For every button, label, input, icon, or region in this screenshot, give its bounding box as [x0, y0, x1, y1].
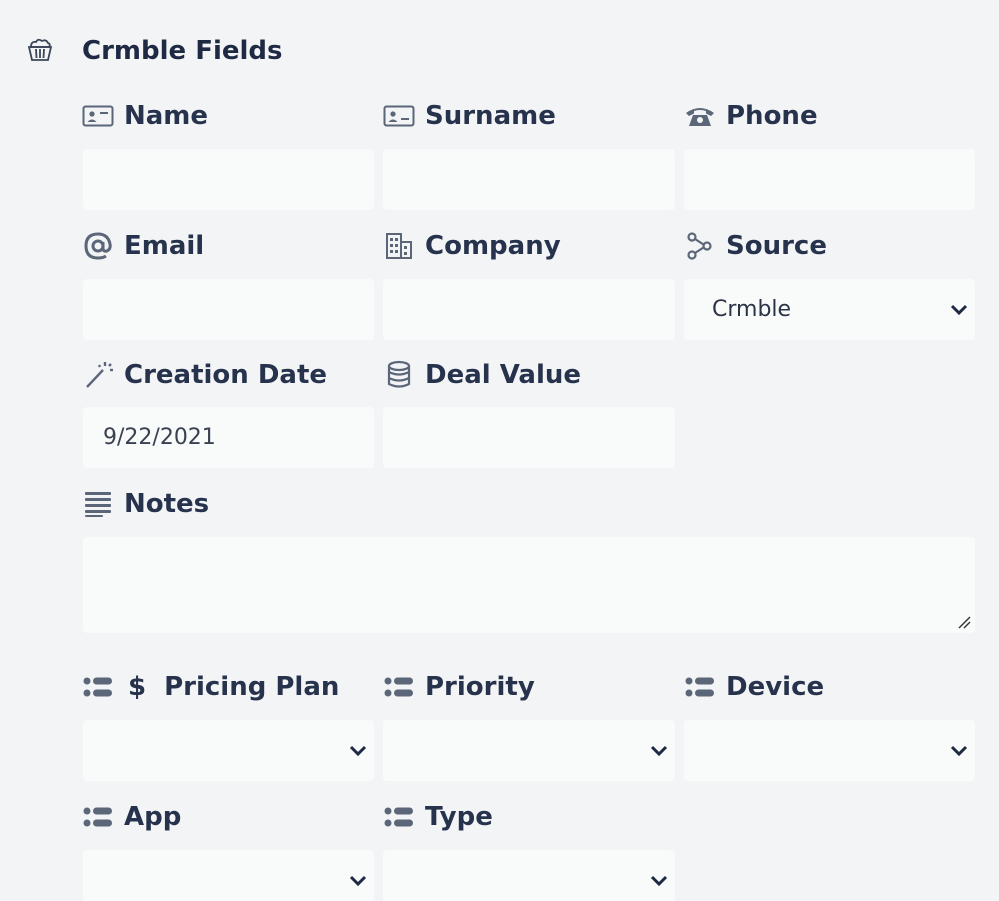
surname-label: Surname: [383, 101, 556, 131]
type-label-text: Type: [425, 802, 493, 832]
priority-select[interactable]: [382, 719, 676, 782]
list-icon: [82, 803, 114, 831]
source-select[interactable]: Crmble: [683, 278, 976, 341]
device-label: Device: [684, 672, 824, 702]
list-icon: [383, 803, 415, 831]
email-label: Email: [82, 231, 204, 261]
surname-label-text: Surname: [425, 101, 556, 131]
at-icon: [82, 232, 114, 260]
crmble-fields-panel: Crmble Fields Name Surname Phone Email C…: [0, 0, 999, 901]
email-input[interactable]: [82, 278, 375, 341]
creation-date-input[interactable]: [82, 406, 375, 469]
chevron-down-icon: [348, 741, 368, 761]
source-label-text: Source: [726, 231, 827, 261]
company-label-text: Company: [425, 231, 561, 261]
notes-textarea[interactable]: [82, 536, 976, 634]
name-label: Name: [82, 101, 208, 131]
chevron-down-icon: [949, 741, 969, 761]
list-icon: [684, 673, 716, 701]
pricing-plan-label: $ Pricing Plan: [82, 672, 339, 702]
creation-date-label: Creation Date: [82, 360, 327, 390]
priority-label-text: Priority: [425, 672, 535, 702]
deal-value-field[interactable]: [383, 407, 675, 468]
phone-field[interactable]: [684, 149, 975, 210]
source-label: Source: [684, 231, 827, 261]
surname-field[interactable]: [383, 149, 675, 210]
type-label: Type: [383, 802, 493, 832]
share-icon: [684, 232, 716, 260]
device-label-text: Device: [726, 672, 825, 702]
basket-icon: [26, 36, 54, 64]
email-field[interactable]: [83, 279, 374, 340]
lines-icon: [82, 490, 114, 518]
coins-icon: [383, 360, 415, 389]
app-label-text: App: [124, 802, 182, 832]
notes-label-text: Notes: [124, 489, 210, 519]
email-label-text: Email: [124, 231, 205, 261]
magic-wand-icon: [82, 361, 114, 389]
list-icon: [82, 673, 114, 701]
type-select[interactable]: [382, 849, 676, 901]
surname-input[interactable]: [382, 148, 676, 211]
chevron-down-icon: [348, 871, 368, 891]
list-icon: [383, 673, 415, 701]
company-label: Company: [383, 231, 561, 261]
creation-date-field[interactable]: [83, 407, 374, 468]
chevron-down-icon: [649, 741, 669, 761]
pricing-plan-select[interactable]: [82, 719, 375, 782]
section-header: Crmble Fields: [26, 36, 283, 66]
chevron-down-icon: [949, 300, 969, 320]
source-selected-value: Crmble: [712, 297, 792, 322]
phone-input[interactable]: [683, 148, 976, 211]
company-input[interactable]: [382, 278, 676, 341]
device-select[interactable]: [683, 719, 976, 782]
phone-label: Phone: [684, 101, 818, 131]
pricing-plan-label-text: Pricing Plan: [164, 672, 340, 702]
building-icon: [383, 232, 415, 260]
deal-value-input[interactable]: [382, 406, 676, 469]
notes-label: Notes: [82, 489, 209, 519]
priority-label: Priority: [383, 672, 535, 702]
name-label-text: Name: [124, 101, 209, 131]
app-label: App: [82, 802, 181, 832]
phone-icon: [684, 102, 716, 130]
id-card-icon: [82, 102, 114, 130]
resize-handle-icon[interactable]: [957, 615, 971, 629]
dollar-icon: $: [128, 672, 147, 702]
phone-label-text: Phone: [726, 101, 818, 131]
chevron-down-icon: [649, 871, 669, 891]
creation-date-label-text: Creation Date: [124, 360, 328, 390]
section-title: Crmble Fields: [82, 36, 283, 66]
name-field[interactable]: [83, 149, 374, 210]
deal-value-label: Deal Value: [383, 360, 581, 390]
company-field[interactable]: [383, 279, 675, 340]
deal-value-label-text: Deal Value: [425, 360, 582, 390]
name-input[interactable]: [82, 148, 375, 211]
id-card-icon: [383, 102, 415, 130]
app-select[interactable]: [82, 849, 375, 901]
